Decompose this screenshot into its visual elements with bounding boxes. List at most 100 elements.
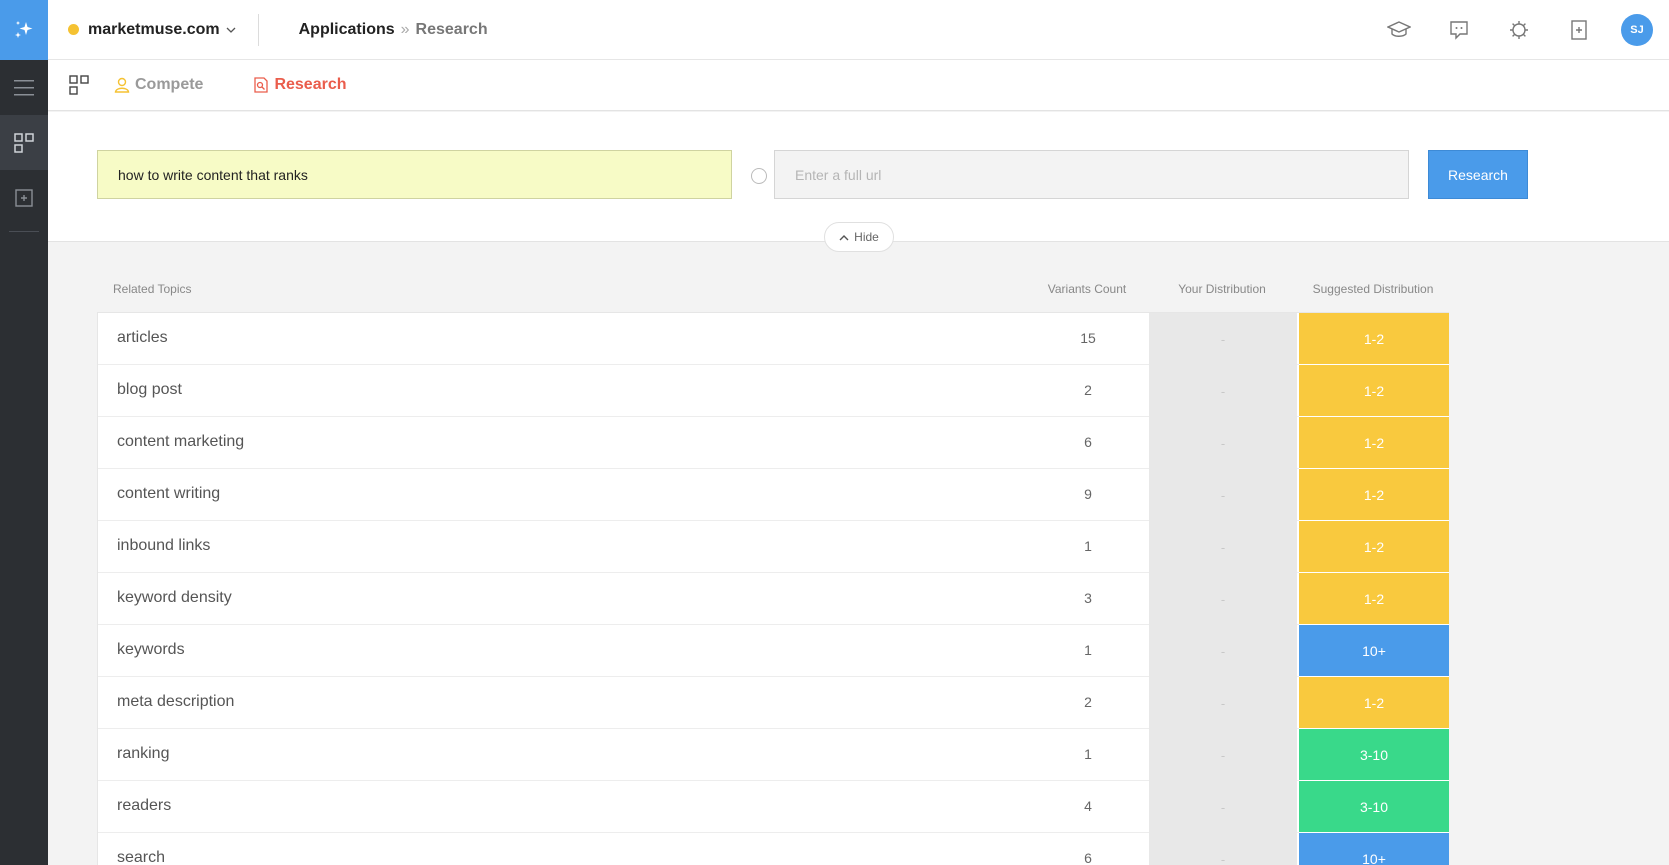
left-rail [0, 0, 48, 865]
topic-name: content marketing [117, 433, 245, 450]
apps-button[interactable] [0, 115, 48, 170]
header-divider [257, 13, 259, 46]
new-document-button[interactable] [1549, 0, 1609, 60]
table-row[interactable]: blog post 2 - 1-2 [98, 365, 1449, 417]
col-suggested-distribution[interactable]: Suggested Distribution [1298, 282, 1448, 296]
url-radio[interactable] [751, 168, 767, 184]
apps-grid-icon [69, 75, 89, 95]
table-row[interactable]: content marketing 6 - 1-2 [98, 417, 1449, 469]
topic-name: content writing [117, 485, 221, 502]
table-row[interactable]: articles 15 - 1-2 [98, 313, 1449, 365]
col-your-distribution[interactable]: Your Distribution [1148, 282, 1296, 296]
suggested-distribution: 1-2 [1299, 313, 1449, 365]
suggested-distribution: 1-2 [1299, 365, 1449, 417]
topic-name: meta description [117, 693, 235, 710]
your-distribution: - [1149, 469, 1297, 521]
your-distribution: - [1149, 677, 1297, 729]
variants-count: 6 [1084, 850, 1092, 865]
suggested-distribution: 10+ [1299, 625, 1449, 677]
top-bar: marketmuse.com Applications » Research S… [48, 0, 1669, 60]
variants-count: 2 [1084, 694, 1092, 710]
suggested-distribution: 1-2 [1299, 469, 1449, 521]
tab-research[interactable]: Research [253, 76, 347, 94]
header-actions: SJ [1369, 0, 1653, 60]
table-row[interactable]: content writing 9 - 1-2 [98, 469, 1449, 521]
your-distribution: - [1149, 781, 1297, 833]
table-row[interactable]: search 6 - 10+ [98, 833, 1449, 865]
variants-count: 1 [1084, 746, 1092, 762]
breadcrumb: Applications » Research [299, 21, 488, 39]
topic-name: inbound links [117, 537, 211, 554]
variants-count: 15 [1080, 330, 1096, 346]
your-distribution: - [1149, 365, 1297, 417]
table-row[interactable]: keywords 1 - 10+ [98, 625, 1449, 677]
app-switcher-button[interactable] [48, 75, 110, 95]
topic-name: blog post [117, 381, 182, 398]
tab-compete-label: Compete [135, 76, 204, 93]
marketmuse-logo[interactable] [0, 0, 48, 60]
table-row[interactable]: meta description 2 - 1-2 [98, 677, 1449, 729]
avatar[interactable]: SJ [1621, 14, 1653, 46]
your-distribution: - [1149, 573, 1297, 625]
site-selector[interactable]: marketmuse.com [48, 0, 236, 59]
suggested-distribution: 3-10 [1299, 729, 1449, 781]
chat-icon [1450, 21, 1468, 40]
topic-name: keyword density [117, 589, 232, 606]
suggested-distribution: 1-2 [1299, 521, 1449, 573]
breadcrumb-research: Research [415, 20, 488, 38]
topic-name: keywords [117, 641, 185, 658]
chevron-down-icon [226, 24, 236, 36]
add-document-icon [1571, 20, 1587, 40]
variants-count: 1 [1084, 642, 1092, 658]
variants-count: 6 [1084, 434, 1092, 450]
research-button[interactable]: Research [1428, 150, 1528, 199]
table-row[interactable]: readers 4 - 3-10 [98, 781, 1449, 833]
site-status-dot [68, 24, 79, 35]
topic-name: ranking [117, 745, 170, 762]
breadcrumb-applications[interactable]: Applications [299, 21, 395, 39]
your-distribution: - [1149, 729, 1297, 781]
site-name: marketmuse.com [88, 20, 220, 38]
sparkle-icon [15, 21, 33, 38]
table-row[interactable]: keyword density 3 - 1-2 [98, 573, 1449, 625]
col-variants-count[interactable]: Variants Count [1047, 282, 1127, 296]
your-distribution: - [1149, 313, 1297, 365]
graduation-cap-icon [1387, 21, 1411, 37]
feedback-button[interactable] [1429, 0, 1489, 60]
variants-count: 2 [1084, 382, 1092, 398]
tab-compete[interactable]: Compete [114, 76, 203, 94]
variants-count: 3 [1084, 590, 1092, 606]
learn-button[interactable] [1369, 0, 1429, 60]
url-input[interactable]: Enter a full url [774, 150, 1409, 199]
suggested-distribution: 1-2 [1299, 677, 1449, 729]
apps-grid-icon [14, 132, 34, 153]
suggested-distribution: 1-2 [1299, 573, 1449, 625]
topic-name: articles [117, 329, 168, 346]
app-tabs: Compete Research [48, 60, 1669, 111]
hide-button[interactable]: Hide [824, 222, 894, 252]
your-distribution: - [1149, 417, 1297, 469]
settings-button[interactable] [1489, 0, 1549, 60]
suggested-distribution: 1-2 [1299, 417, 1449, 469]
variants-count: 4 [1084, 798, 1092, 814]
col-related-topics[interactable]: Related Topics [113, 282, 192, 296]
add-document-icon [15, 188, 33, 207]
variants-count: 1 [1084, 538, 1092, 554]
topic-name: search [117, 849, 166, 865]
search-panel: how to write content that ranks Enter a … [48, 112, 1669, 252]
chevron-up-icon [839, 234, 849, 240]
related-topics-table: articles 15 - 1-2 blog post 2 - 1-2 cont… [97, 312, 1449, 865]
menu-button[interactable] [0, 60, 48, 115]
variants-count: 9 [1084, 486, 1092, 502]
hide-label: Hide [854, 230, 879, 244]
user-icon [114, 77, 130, 93]
keyword-input[interactable]: how to write content that ranks [97, 150, 732, 199]
table-row[interactable]: ranking 1 - 3-10 [98, 729, 1449, 781]
suggested-distribution: 10+ [1299, 833, 1449, 865]
breadcrumb-separator: » [400, 20, 410, 38]
table-header: Related Topics Variants Count Your Distr… [97, 280, 1449, 300]
research-icon [253, 77, 269, 93]
add-document-button[interactable] [0, 170, 48, 225]
topic-name: readers [117, 797, 172, 814]
table-row[interactable]: inbound links 1 - 1-2 [98, 521, 1449, 573]
